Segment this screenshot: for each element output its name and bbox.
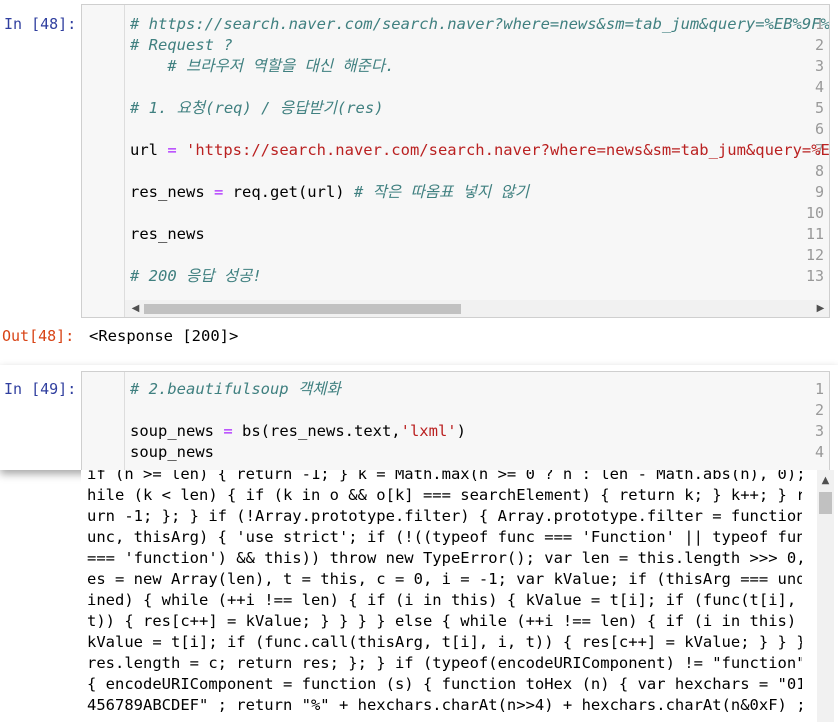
output-line: unc, thisArg) { 'use strict'; if (!((typ…: [87, 528, 802, 546]
scroll-up-icon[interactable]: ▲: [817, 472, 834, 489]
code-line-7: url = 'https://search.naver.com/search.n…: [130, 140, 830, 161]
output-line: kValue = t[i]; if (func.call(thisArg, t[…: [87, 633, 802, 651]
code-line-3: # 브라우저 역할을 대신 해준다.: [130, 57, 395, 75]
output-line: 456789ABCDEF" ; return "%" + hexchars.ch…: [87, 696, 802, 714]
parser-string: 'lxml': [400, 422, 457, 440]
line-number: 4: [814, 78, 824, 96]
scroll-left-icon[interactable]: ◀: [127, 300, 144, 317]
cell-49-input-prompt: In [49]:: [4, 380, 77, 398]
line-number: 6: [814, 120, 824, 138]
line-number: 2: [814, 401, 824, 419]
line-number: 2: [814, 36, 824, 54]
url-string: 'https://search.naver.com/search.naver?w…: [186, 141, 830, 159]
line-number-gutter: [82, 372, 125, 470]
output-line: === 'function') && this)) throw new Type…: [87, 549, 802, 567]
output-line: urn -1; }; } if (!Array.prototype.filter…: [87, 507, 802, 525]
output-line: if (n >= len) { return -1; } k = Math.ma…: [87, 470, 802, 483]
horizontal-scrollbar[interactable]: ◀ ▶: [125, 300, 829, 317]
line-number: 10: [805, 204, 824, 222]
line-number: 8: [814, 162, 824, 180]
var-res-news: res_news: [130, 183, 205, 201]
output-line: res.length = c; return res; }; } if (typ…: [87, 654, 802, 672]
output-line: es = new Array(len), t = this, c = 0, i …: [87, 570, 802, 588]
line-number: 1: [814, 380, 824, 398]
code-line-13: # 200 응답 성공!: [130, 267, 262, 285]
code-line-3: soup_news = bs(res_news.text,'lxml'): [130, 421, 466, 442]
cell-49-container[interactable]: In [49]: 1 2 3 4 # 2.beautifulsoup 객체화 soup…: [0, 365, 838, 470]
cell-48-output: <Response [200]>: [89, 327, 239, 345]
line-number: 3: [814, 422, 824, 440]
line-number: 4: [814, 443, 824, 461]
code-line-11: res_news: [130, 225, 205, 243]
output-line: hile (k < len) { if (k in o && o[k] === …: [87, 486, 802, 504]
code-line-2: # Request ?: [130, 36, 233, 54]
cell-48-input-prompt: In [48]:: [4, 15, 77, 33]
code-line-1: # 2.beautifulsoup 객체화: [130, 380, 341, 398]
line-number: 3: [814, 57, 824, 75]
line-number: 11: [805, 225, 824, 243]
assign-operator: =: [158, 141, 186, 159]
code-line-4: soup_news: [130, 443, 214, 461]
vertical-scrollbar[interactable]: ▲: [817, 470, 834, 722]
output-line: ined) { while (++i !== len) { if (i in t…: [87, 591, 802, 609]
line-number: 13: [805, 267, 824, 285]
req-get-call: req.get(url): [232, 183, 354, 201]
inline-comment: # 작은 따옴표 넣지 않기: [353, 183, 529, 201]
scroll-right-icon[interactable]: ▶: [812, 300, 829, 317]
line-number: 5: [814, 99, 824, 117]
output-line: { encodeURIComponent = function (s) { fu…: [87, 675, 802, 693]
cell-49-code-editor[interactable]: 1 2 3 4 # 2.beautifulsoup 객체화 soup_news = b…: [81, 371, 830, 470]
cell-48-output-prompt: Out[48]:: [2, 327, 75, 345]
cell-49-output-area[interactable]: if (n >= len) { return -1; } k = Math.ma…: [81, 470, 838, 722]
line-number-gutter: [82, 5, 125, 317]
code-line-5: # 1. 요청(req) / 응답받기(res): [130, 99, 384, 117]
var-soup-news: soup_news: [130, 422, 214, 440]
var-url: url: [130, 141, 158, 159]
line-number: 9: [814, 183, 824, 201]
cell-48-code-editor[interactable]: 1 2 3 4 5 6 7 8 9 10 11 12 13 # https://search.naver…: [81, 4, 830, 318]
line-number: 12: [805, 246, 824, 264]
assign-operator: =: [204, 183, 233, 201]
vertical-scroll-thumb[interactable]: [819, 492, 832, 514]
code-line-9: res_news = req.get(url) # 작은 따옴표 넣지 않기: [130, 182, 529, 203]
code-line-1: # https://search.naver.com/search.naver?…: [130, 15, 830, 33]
horizontal-scroll-thumb[interactable]: [144, 304, 461, 314]
close-paren: ): [456, 422, 466, 440]
output-text-block: if (n >= len) { return -1; } k = Math.ma…: [87, 470, 802, 716]
assign-operator: =: [214, 422, 242, 440]
output-line: t)) { res[c++] = kValue; } } } } else { …: [87, 612, 802, 630]
bs-call: bs(res_news.text,: [242, 422, 401, 440]
